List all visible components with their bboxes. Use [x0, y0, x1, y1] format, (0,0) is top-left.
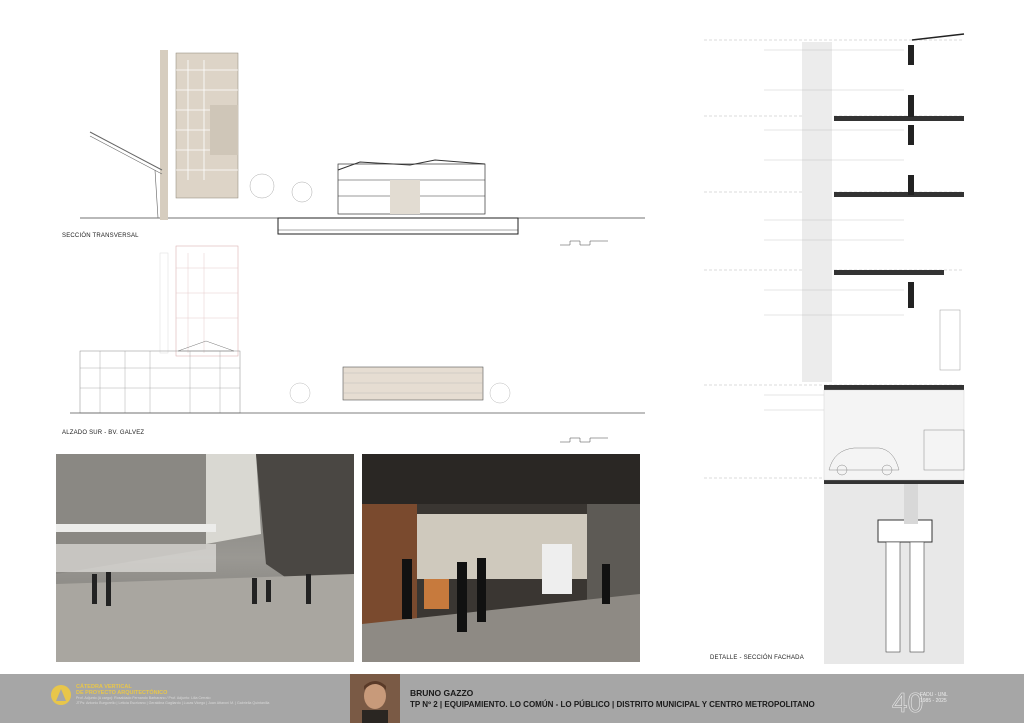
chair-logo-icon [51, 685, 71, 705]
student-name: BRUNO GAZZO [410, 688, 474, 698]
south-elevation-drawing [70, 245, 645, 414]
interior-render-hall [56, 454, 354, 662]
section-label: SECCIÓN TRANSVERSAL [62, 233, 139, 239]
anniversary-text: FADU - UNL 1985 - 2025 [920, 692, 948, 704]
cross-section-drawing [80, 50, 645, 235]
chair-title: CÁTEDRA VERTICAL DE PROYECTO ARQUITECTÓN… [76, 684, 167, 696]
detail-label: DETALLE - SECCIÓN FACHADA [710, 655, 804, 661]
facade-detail-section [704, 33, 965, 664]
anniversary-line2: 1985 - 2025 [920, 698, 947, 704]
project-title: TP Nº 2 | EQUIPAMIENTO. LO COMÚN - LO PÚ… [410, 700, 815, 709]
chair-faculty-line2: JTPs: Antonio Burgorello | Leticia Escri… [76, 700, 270, 705]
elevation-label: ALZADO SUR - BV. GALVEZ [62, 430, 145, 436]
footer-bar: CÁTEDRA VERTICAL DE PROYECTO ARQUITECTÓN… [0, 674, 1024, 723]
chair-faculty: Prof. Adjunto (A cargo): Rosaldado Ferna… [76, 696, 306, 705]
student-avatar [350, 674, 400, 723]
svg-text:40: 40 [892, 687, 923, 718]
interior-render-gallery [362, 454, 640, 662]
scale-bar [560, 437, 608, 443]
